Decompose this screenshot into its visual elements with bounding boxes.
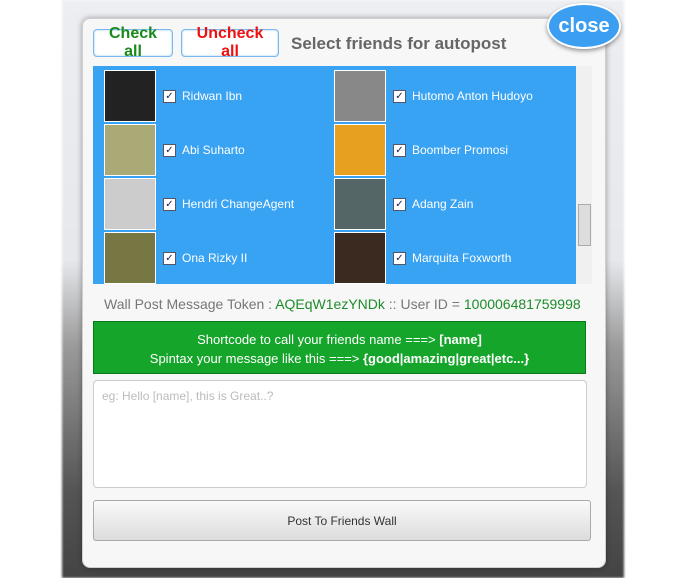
- post-to-friends-wall-button[interactable]: Post To Friends Wall: [93, 500, 591, 541]
- uncheck-all-button[interactable]: Uncheck all: [181, 25, 279, 60]
- scrollbar[interactable]: [576, 66, 592, 284]
- dialog-title: Select friends for autopost: [291, 34, 507, 53]
- friend-item[interactable]: ✓ Boomber Promosi: [334, 123, 508, 177]
- token-line: Wall Post Message Token : AQEqW1ezYNDk :…: [104, 296, 581, 312]
- friend-item[interactable]: ✓ Ona Rizky II: [104, 231, 247, 284]
- friend-name: Boomber Promosi: [412, 143, 509, 157]
- shortcode-text: Shortcode to call your friends name ===>: [197, 332, 436, 347]
- friend-photo: [104, 70, 156, 122]
- friend-photo: [104, 124, 156, 176]
- friend-photo: [334, 178, 386, 230]
- friend-item[interactable]: ✓ Adang Zain: [334, 177, 473, 231]
- friend-name: Ridwan Ibn: [182, 89, 243, 103]
- friend-name: Hutomo Anton Hudoyo: [412, 89, 533, 103]
- token-value: AQEqW1ezYNDk: [275, 296, 385, 312]
- friend-photo: [334, 124, 386, 176]
- friend-photo: [104, 232, 156, 284]
- friend-item[interactable]: ✓ Ridwan Ibn: [104, 69, 242, 123]
- friend-name: Ona Rizky II: [182, 251, 248, 265]
- token-label: Wall Post Message Token :: [104, 296, 273, 312]
- friend-name: Hendri ChangeAgent: [182, 197, 295, 211]
- friend-photo: [334, 232, 386, 284]
- spintax-text: Spintax your message like this ===>: [149, 351, 360, 366]
- check-all-button[interactable]: Check all: [93, 25, 173, 60]
- info-box: Shortcode to call your friends name ===>…: [93, 321, 586, 374]
- friend-item[interactable]: ✓ Hutomo Anton Hudoyo: [334, 69, 533, 123]
- friend-checkbox[interactable]: ✓: [393, 197, 406, 211]
- friend-name: Abi Suharto: [182, 143, 245, 157]
- friend-name: Adang Zain: [412, 197, 474, 211]
- friend-checkbox[interactable]: ✓: [393, 143, 406, 157]
- separator: ::: [388, 296, 397, 312]
- scrollbar-thumb[interactable]: [578, 204, 591, 246]
- friend-photo: [104, 178, 156, 230]
- friend-checkbox[interactable]: ✓: [163, 251, 176, 265]
- user-id-label: User ID =: [400, 296, 460, 312]
- message-input[interactable]: [93, 380, 587, 488]
- user-id-value: 100006481759998: [463, 296, 581, 312]
- friend-checkbox[interactable]: ✓: [163, 89, 176, 103]
- friend-photo: [334, 70, 386, 122]
- friends-list: ✓ Ridwan Ibn ✓ Hutomo Anton Hudoyo ✓ Abi Suha…: [93, 66, 592, 284]
- spintax-value: {good|amazing|great|etc...}: [362, 351, 530, 366]
- friend-item[interactable]: ✓ Abi Suharto: [104, 123, 245, 177]
- close-button[interactable]: close: [547, 3, 621, 49]
- friend-name: Marquita Foxworth: [412, 251, 512, 265]
- friend-checkbox[interactable]: ✓: [163, 143, 176, 157]
- friend-item[interactable]: ✓ Marquita Foxworth: [334, 231, 511, 284]
- friend-item[interactable]: ✓ Hendri ChangeAgent: [104, 177, 294, 231]
- friend-checkbox[interactable]: ✓: [393, 251, 406, 265]
- friend-checkbox[interactable]: ✓: [163, 197, 176, 211]
- shortcode-value: [name]: [439, 332, 482, 347]
- friend-checkbox[interactable]: ✓: [393, 89, 406, 103]
